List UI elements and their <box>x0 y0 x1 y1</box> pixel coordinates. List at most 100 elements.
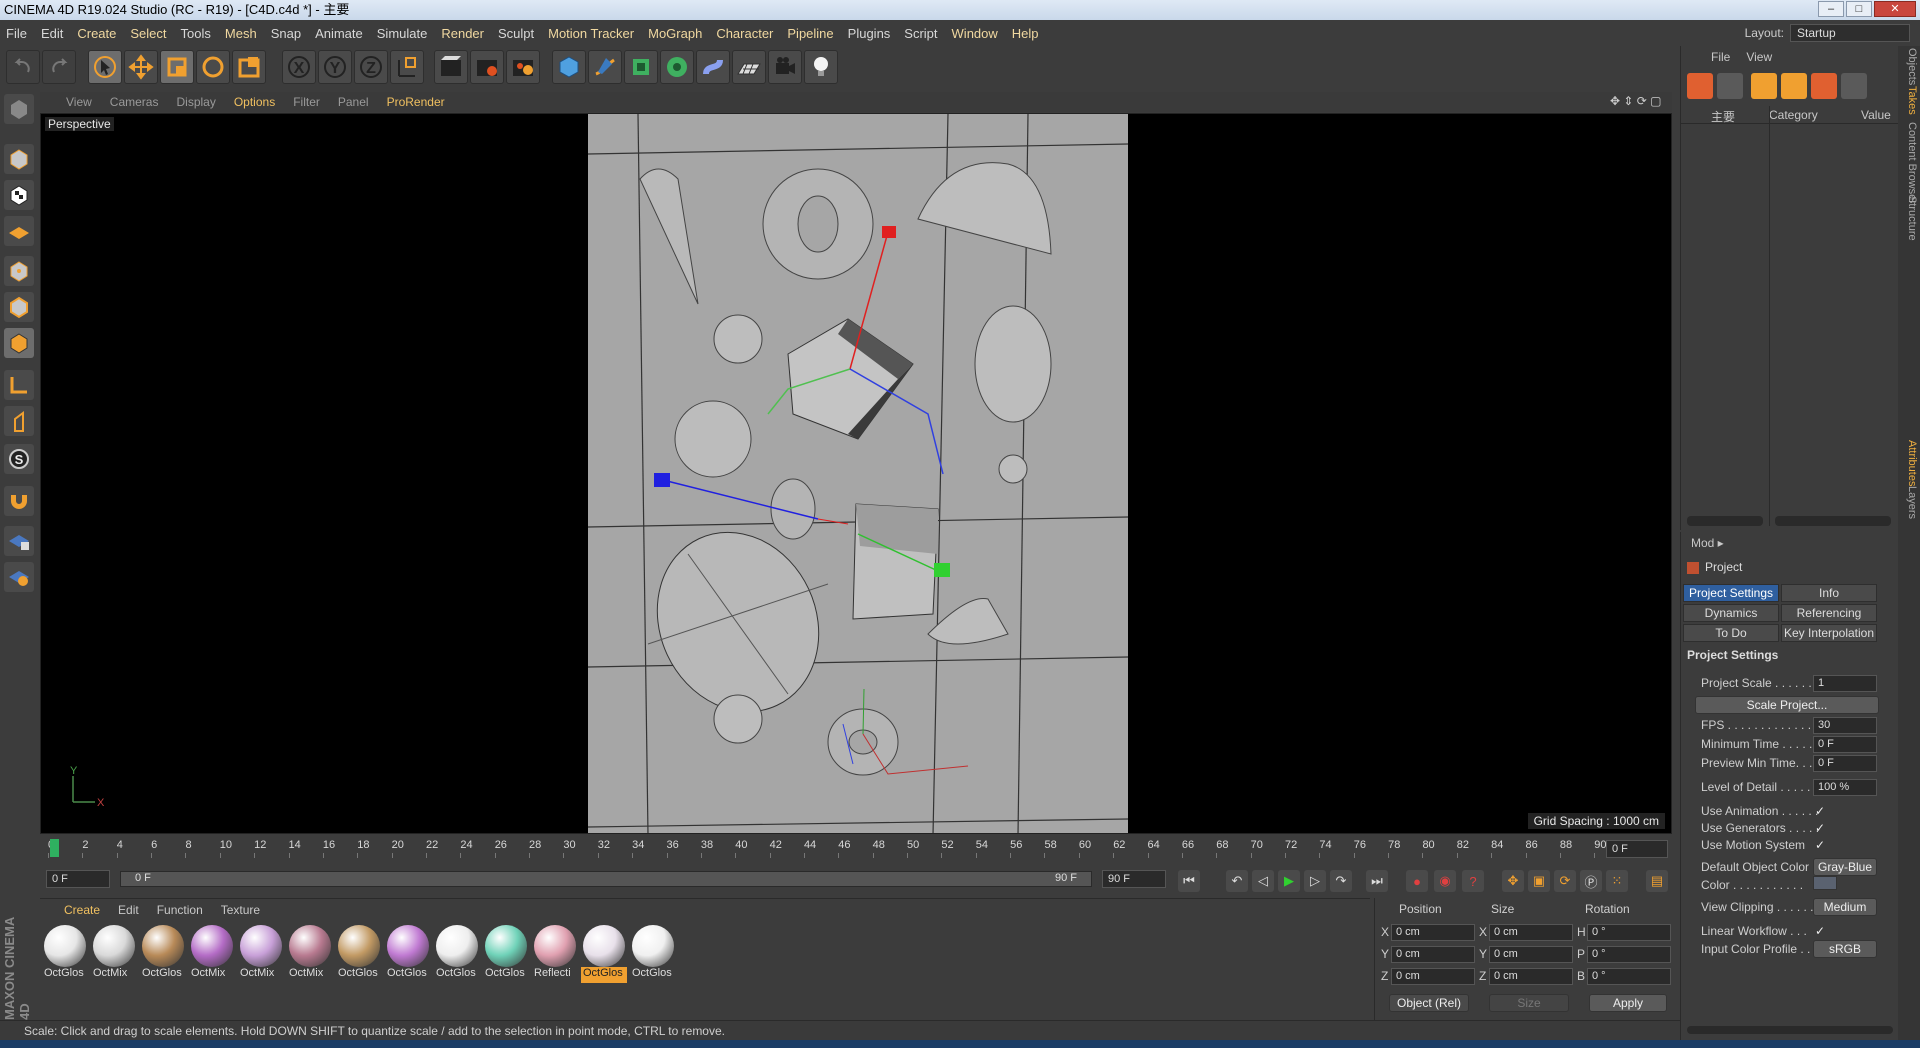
tweak-mode-icon[interactable] <box>4 406 34 436</box>
edges-mode-icon[interactable] <box>4 292 34 322</box>
menu-character[interactable]: Character <box>716 26 773 41</box>
key-parameter-icon[interactable]: Ⓟ <box>1580 870 1602 892</box>
takes-clone-icon[interactable] <box>1717 73 1743 99</box>
attr-tab-info[interactable]: Info <box>1781 584 1877 602</box>
attributes-hscroll[interactable] <box>1687 1026 1893 1034</box>
rotation-p-field[interactable]: 0 ° <box>1587 946 1671 963</box>
viewport[interactable]: Perspective Grid Spacing : 1000 cm Y X <box>40 113 1672 834</box>
viewport-menu-prorender[interactable]: ProRender <box>387 95 445 109</box>
menu-sculpt[interactable]: Sculpt <box>498 26 534 41</box>
scale-tool-icon[interactable] <box>160 50 194 84</box>
input-color-profile-dropdown[interactable]: sRGB <box>1813 940 1877 958</box>
size-x-field[interactable]: 0 cm <box>1489 924 1573 941</box>
previous-frame-icon[interactable]: ◁ <box>1252 870 1274 892</box>
points-mode-icon[interactable] <box>4 256 34 286</box>
size-y-field[interactable]: 0 cm <box>1489 946 1573 963</box>
takes-override-icon[interactable] <box>1751 73 1777 99</box>
material-swatch[interactable]: OctGlos <box>385 925 431 987</box>
magnet-icon[interactable] <box>4 486 34 516</box>
live-select-icon[interactable] <box>232 50 266 84</box>
range-slider[interactable]: 0 F 90 F <box>120 871 1092 887</box>
material-swatch[interactable]: OctGlos <box>483 925 529 987</box>
redo-icon[interactable] <box>42 50 76 84</box>
position-z-field[interactable]: 0 cm <box>1391 968 1475 985</box>
material-swatch[interactable]: OctGlos <box>581 925 627 987</box>
checkbox-animation[interactable]: ✓ <box>1815 804 1825 818</box>
view-clipping-dropdown[interactable]: Medium <box>1813 898 1877 916</box>
layout-dropdown[interactable]: Startup <box>1790 24 1910 42</box>
material-swatch[interactable]: Reflecti <box>532 925 578 987</box>
pen-spline-icon[interactable] <box>588 50 622 84</box>
record-active-icon[interactable]: ● <box>1406 870 1428 892</box>
material-swatch[interactable]: OctGlos <box>42 925 88 987</box>
attributes-mode-label[interactable]: Mod <box>1691 536 1714 550</box>
coordinate-system-icon[interactable] <box>390 50 424 84</box>
menu-tools[interactable]: Tools <box>181 26 211 41</box>
minimize-button[interactable]: – <box>1818 1 1844 17</box>
key-rotation-icon[interactable]: ⟳ <box>1554 870 1576 892</box>
rotate-tool-icon[interactable] <box>196 50 230 84</box>
planar-workplane-icon[interactable] <box>4 562 34 592</box>
side-tab-structure[interactable]: Structure <box>1900 196 1918 241</box>
timeline-window-icon[interactable]: ▤ <box>1646 870 1668 892</box>
snapping-icon[interactable]: S <box>4 444 34 474</box>
timeline-ruler[interactable]: 0246810121416182022242628303234363840424… <box>40 837 1672 861</box>
play-icon[interactable]: ▶ <box>1278 870 1300 892</box>
menu-file[interactable]: File <box>6 26 27 41</box>
scale-project-button[interactable]: Scale Project... <box>1695 696 1879 714</box>
menu-animate[interactable]: Animate <box>315 26 363 41</box>
playhead[interactable] <box>50 839 59 857</box>
material-swatch[interactable]: OctGlos <box>336 925 382 987</box>
position-y-field[interactable]: 0 cm <box>1391 946 1475 963</box>
material-menu-texture[interactable]: Texture <box>221 903 260 917</box>
coord-mode-dropdown[interactable]: Object (Rel) <box>1389 994 1469 1012</box>
menu-simulate[interactable]: Simulate <box>377 26 428 41</box>
polygons-mode-icon[interactable] <box>4 328 34 358</box>
menu-snap[interactable]: Snap <box>271 26 301 41</box>
start-frame-field[interactable]: 0 F <box>46 870 110 888</box>
render-settings-icon[interactable] <box>506 50 540 84</box>
material-menu-function[interactable]: Function <box>157 903 203 917</box>
previous-key-icon[interactable]: ↶ <box>1226 870 1248 892</box>
end-frame-field[interactable]: 90 F <box>1102 870 1166 888</box>
menu-render[interactable]: Render <box>441 26 484 41</box>
menu-script[interactable]: Script <box>904 26 937 41</box>
material-swatch[interactable]: OctMix <box>238 925 284 987</box>
menu-plugins[interactable]: Plugins <box>848 26 891 41</box>
material-swatch[interactable]: OctMix <box>91 925 137 987</box>
goto-start-icon[interactable]: ⏮ <box>1178 870 1200 892</box>
viewport-menu-options[interactable]: Options <box>234 95 275 109</box>
side-tab-takes[interactable]: Takes <box>1900 86 1918 115</box>
objects-hscroll-left[interactable] <box>1687 516 1763 526</box>
attr-tab-project-settings[interactable]: Project Settings <box>1683 584 1779 602</box>
scene-render[interactable] <box>587 114 1129 833</box>
color-swatch[interactable] <box>1813 876 1837 890</box>
viewport-menu-panel[interactable]: Panel <box>338 95 369 109</box>
menu-select[interactable]: Select <box>130 26 166 41</box>
size-z-field[interactable]: 0 cm <box>1489 968 1573 985</box>
texture-mode-icon[interactable] <box>4 180 34 210</box>
checkbox-linear-workflow[interactable]: ✓ <box>1815 924 1825 938</box>
light-object-icon[interactable] <box>804 50 838 84</box>
apply-button[interactable]: Apply <box>1589 994 1667 1012</box>
objects-hscroll-right[interactable] <box>1775 516 1891 526</box>
goto-end-icon[interactable]: ⏭ <box>1366 870 1388 892</box>
maximize-button[interactable]: □ <box>1846 1 1872 17</box>
material-swatch[interactable]: OctMix <box>287 925 333 987</box>
checkbox-motion[interactable]: ✓ <box>1815 838 1825 852</box>
workplane-mode-icon[interactable] <box>4 216 34 246</box>
project-scale-field[interactable]: 1 <box>1813 675 1877 692</box>
side-tab-content-browser[interactable]: Content Browser <box>1900 122 1918 204</box>
menu-mograph[interactable]: MoGraph <box>648 26 702 41</box>
next-key-icon[interactable]: ↷ <box>1330 870 1352 892</box>
material-menu-create[interactable]: Create <box>64 903 100 917</box>
level-of-detail-field[interactable]: 100 % <box>1813 779 1877 796</box>
render-picture-viewer-icon[interactable] <box>470 50 504 84</box>
menu-pipeline[interactable]: Pipeline <box>787 26 833 41</box>
select-tool-icon[interactable] <box>88 50 122 84</box>
default-object-color-dropdown[interactable]: Gray-Blue <box>1813 858 1877 876</box>
keyframe-selection-icon[interactable]: ? <box>1462 870 1484 892</box>
cloner-icon[interactable] <box>660 50 694 84</box>
x-axis-lock-icon[interactable]: X <box>282 50 316 84</box>
rotation-b-field[interactable]: 0 ° <box>1587 968 1671 985</box>
